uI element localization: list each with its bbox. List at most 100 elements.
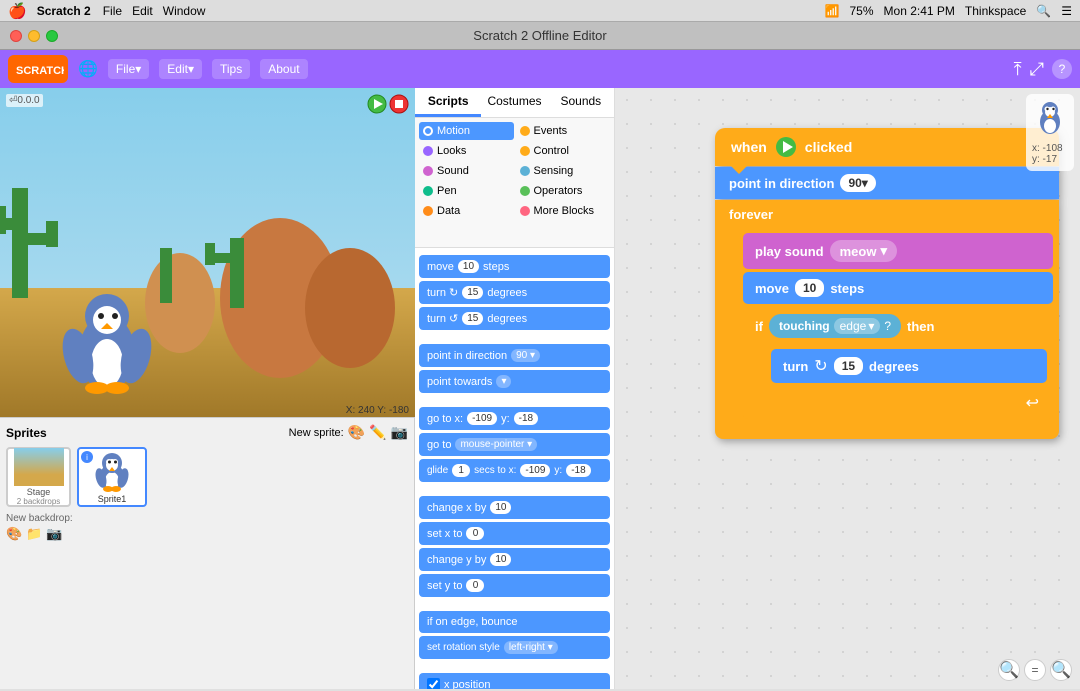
control-dot — [520, 146, 530, 156]
category-operators[interactable]: Operators — [516, 182, 611, 200]
point-direction-block[interactable]: point in direction 90▾ — [715, 167, 1059, 199]
category-sound[interactable]: Sound — [419, 162, 514, 180]
x-position-check[interactable] — [427, 678, 440, 689]
folder-backdrop-icon[interactable]: 📁 — [26, 526, 42, 542]
green-flag-button[interactable] — [367, 94, 387, 114]
paint-sprite-icon[interactable]: 🎨 — [348, 424, 365, 441]
move-value[interactable]: 10 — [795, 279, 824, 297]
file-menu[interactable]: File — [103, 4, 122, 18]
category-control-label: Control — [534, 145, 569, 157]
category-data-label: Data — [437, 205, 460, 217]
scratch-logo: SCRATCH — [8, 55, 68, 83]
tips-btn[interactable]: Tips — [212, 59, 250, 79]
left-panel: ⏎0.0.0 X: 240 Y: -180 — [0, 88, 415, 689]
sprite1-item[interactable]: i — [77, 447, 147, 507]
direction-value[interactable]: 90▾ — [840, 174, 875, 192]
edit-menu[interactable]: Edit — [132, 4, 153, 18]
stage-step-counter: ⏎0.0.0 — [6, 94, 43, 107]
block-change-x[interactable]: change x by 10 — [419, 496, 610, 519]
fullscreen-icon[interactable]: ⤢ — [1030, 59, 1044, 80]
zoom-reset-button[interactable]: = — [1024, 659, 1046, 681]
paint-backdrop-icon[interactable]: 🎨 — [6, 526, 22, 542]
globe-icon[interactable]: 🌐 — [78, 59, 98, 79]
when-flag-clicked-block[interactable]: when clicked — [715, 128, 1059, 166]
file-menu-btn[interactable]: File▾ — [108, 59, 149, 79]
block-move-steps[interactable]: move 10 steps — [419, 255, 610, 278]
stage-backdrops: 2 backdrops — [17, 497, 61, 506]
edit-menu-btn[interactable]: Edit▾ — [159, 59, 202, 79]
category-pen[interactable]: Pen — [419, 182, 514, 200]
sound-dropdown[interactable]: meow ▾ — [830, 240, 897, 262]
block-change-y[interactable]: change y by 10 — [419, 548, 610, 571]
tab-costumes[interactable]: Costumes — [481, 88, 547, 117]
tab-sounds[interactable]: Sounds — [548, 88, 614, 117]
block-x-position-checkbox[interactable]: x position — [419, 673, 610, 689]
play-sound-block[interactable]: play sound meow ▾ — [743, 233, 1053, 269]
block-glide[interactable]: glide 1 secs to x: -109 y: -18 — [419, 459, 610, 482]
block-set-x[interactable]: set x to 0 — [419, 522, 610, 545]
about-btn[interactable]: About — [260, 59, 307, 79]
camera-sprite-icon[interactable]: 📷 — [391, 424, 408, 441]
condition-block[interactable]: touching edge ▾ ? — [769, 314, 901, 338]
scripts-area[interactable]: when clicked point in direction 90▾ — [615, 88, 1080, 689]
search-icon[interactable]: 🔍 — [1036, 4, 1051, 18]
block-rotation-style[interactable]: set rotation style left-right ▾ — [419, 636, 610, 659]
flag-icon — [775, 136, 797, 158]
sprites-panel: Sprites New sprite: 🎨 ✏️ 📷 — [0, 418, 414, 689]
new-sprite-controls: New sprite: 🎨 ✏️ 📷 — [289, 424, 408, 441]
edge-dropdown[interactable]: edge ▾ — [834, 318, 881, 334]
minimize-button[interactable] — [28, 30, 40, 42]
app-name: Scratch 2 — [37, 4, 91, 18]
block-point-towards[interactable]: point towards ▾ — [419, 370, 610, 393]
move-steps-block[interactable]: move 10 steps — [743, 272, 1053, 304]
title-bar: Scratch 2 Offline Editor — [0, 22, 1080, 50]
window-menu[interactable]: Window — [163, 4, 206, 18]
category-panel: Motion Events Looks Control Sound — [415, 118, 614, 248]
menu-bar: 🍎 Scratch 2 File Edit Window 📶 75% Mon 2… — [0, 0, 1080, 22]
stage-canvas[interactable]: ⏎0.0.0 X: 240 Y: -180 — [0, 88, 415, 418]
close-button[interactable] — [10, 30, 22, 42]
tab-scripts[interactable]: Scripts — [415, 88, 481, 117]
turn-value[interactable]: 15 — [834, 357, 863, 375]
if-block[interactable]: if touching edge ▾ ? then — [743, 307, 1053, 419]
stop-button[interactable] — [389, 94, 409, 114]
forever-block[interactable]: forever play sound meow ▾ — [715, 200, 1059, 439]
zoom-out-button[interactable]: 🔍 — [1050, 659, 1072, 681]
category-motion-label: Motion — [437, 125, 470, 137]
forever-body: play sound meow ▾ move 10 steps — [715, 229, 1059, 423]
block-goto-xy[interactable]: go to x: -109 y: -18 — [419, 407, 610, 430]
block-goto-pointer[interactable]: go to mouse-pointer ▾ — [419, 433, 610, 456]
if-body: turn ↻ 15 degrees — [743, 345, 1053, 387]
block-point-direction[interactable]: point in direction 90 ▾ — [419, 344, 610, 367]
blocks-list: move 10 steps turn ↻ 15 degrees turn ↺ 1… — [415, 248, 614, 689]
stage-sprite-item[interactable]: Stage 2 backdrops — [6, 447, 71, 507]
block-set-y[interactable]: set y to 0 — [419, 574, 610, 597]
turn-block[interactable]: turn ↻ 15 degrees — [771, 349, 1047, 383]
upload-sprite-icon[interactable]: ✏️ — [369, 424, 386, 441]
category-looks[interactable]: Looks — [419, 142, 514, 160]
category-more-blocks[interactable]: More Blocks — [516, 202, 611, 220]
category-control[interactable]: Control — [516, 142, 611, 160]
block-turn-ccw[interactable]: turn ↺ 15 degrees — [419, 307, 610, 330]
camera-backdrop-icon[interactable]: 📷 — [46, 526, 62, 542]
category-motion[interactable]: Motion — [419, 122, 514, 140]
upload-icon[interactable]: ⤒ — [1014, 59, 1022, 80]
block-turn-cw[interactable]: turn ↻ 15 degrees — [419, 281, 610, 304]
svg-text:SCRATCH: SCRATCH — [16, 65, 64, 77]
motion-dot — [423, 126, 433, 136]
block-if-edge-bounce[interactable]: if on edge, bounce — [419, 611, 610, 633]
main-script[interactable]: when clicked point in direction 90▾ — [715, 128, 1059, 439]
category-operators-label: Operators — [534, 185, 583, 197]
help-icon[interactable]: ? — [1052, 59, 1072, 79]
info-badge[interactable]: i — [81, 451, 93, 463]
window-controls — [10, 30, 58, 42]
category-data[interactable]: Data — [419, 202, 514, 220]
menu-icon[interactable]: ☰ — [1061, 4, 1072, 18]
apple-menu[interactable]: 🍎 — [8, 2, 27, 20]
clock: Mon 2:41 PM — [884, 4, 955, 18]
category-events-label: Events — [534, 125, 568, 137]
zoom-in-button[interactable]: 🔍 — [998, 659, 1020, 681]
category-sensing[interactable]: Sensing — [516, 162, 611, 180]
category-events[interactable]: Events — [516, 122, 611, 140]
maximize-button[interactable] — [46, 30, 58, 42]
